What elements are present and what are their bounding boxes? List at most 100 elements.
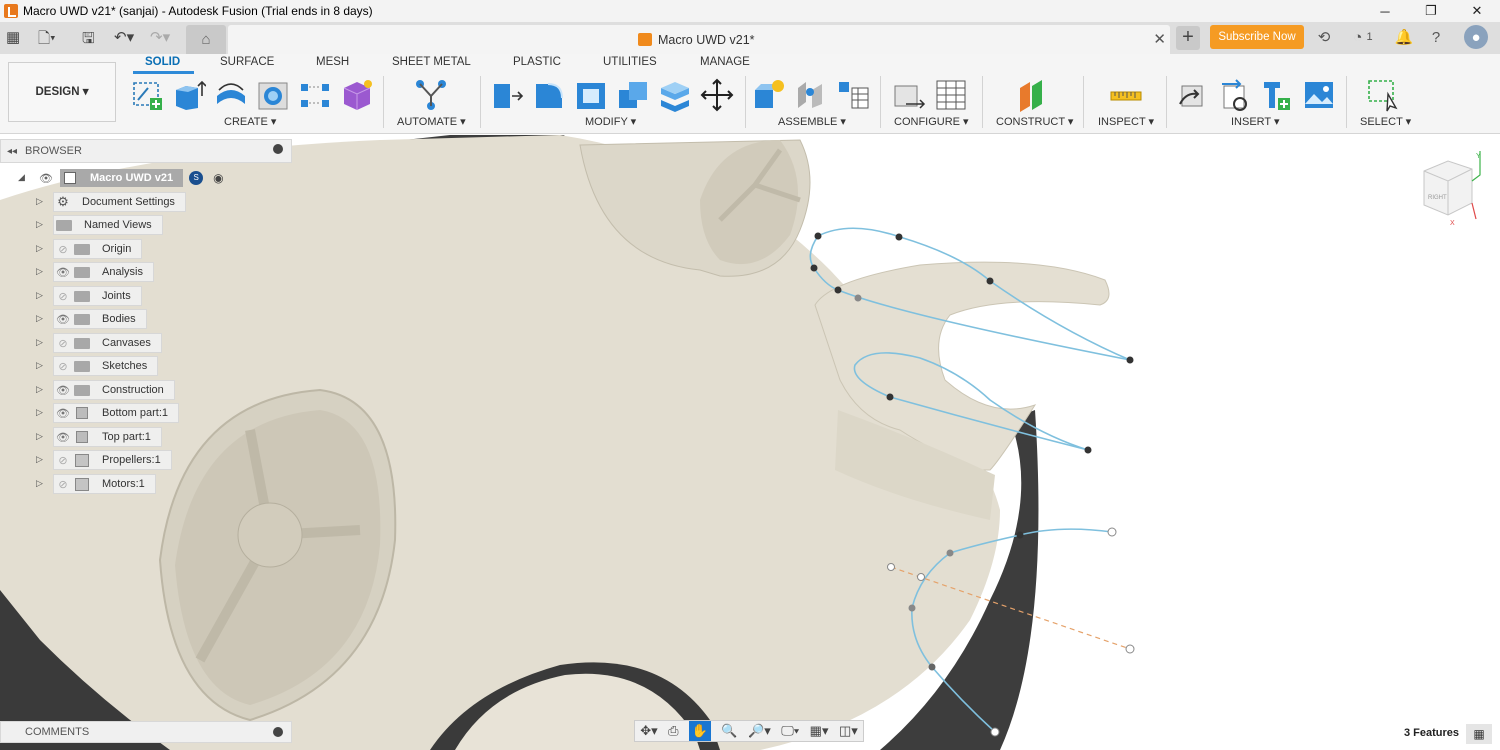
tab-utilities[interactable]: UTILITIES (603, 56, 657, 68)
hidden-eye-icon[interactable]: ⊘ (54, 478, 72, 491)
expand-arrow-icon[interactable]: ▷ (36, 454, 43, 465)
root-node[interactable]: Macro UWD v21 (60, 169, 184, 187)
visibility-eye-icon[interactable]: 👁 (54, 313, 72, 326)
data-panel-grid-icon[interactable]: ▦ (6, 28, 20, 46)
shell-icon[interactable] (574, 78, 608, 112)
expand-arrow-icon[interactable]: ▷ (36, 478, 43, 489)
tab-surface[interactable]: SURFACE (220, 56, 274, 68)
close-tab-icon[interactable]: ✕ (1153, 30, 1166, 48)
shared-status-icon[interactable]: S (189, 171, 204, 185)
tree-item-document-settings[interactable]: ▷ ⚙ Document Settings (36, 192, 186, 212)
features-count[interactable]: 3 Features (1404, 727, 1459, 739)
tree-item-motors[interactable]: ▷ ⊘ Motors:1 (36, 474, 156, 494)
new-component-icon[interactable] (752, 78, 786, 112)
automate-icon[interactable] (414, 78, 448, 112)
activate-radio-icon[interactable]: ◉ (213, 171, 223, 185)
tree-item-joints[interactable]: ▷ ⊘ Joints (36, 286, 142, 306)
combine-icon[interactable] (616, 78, 650, 112)
tab-solid[interactable]: SOLID (132, 56, 195, 74)
select-icon[interactable] (1366, 78, 1400, 112)
file-menu-icon[interactable]: 🗋▾ (38, 28, 56, 53)
expand-arrow-icon[interactable]: ▷ (36, 290, 43, 301)
insert-canvas-icon[interactable] (1302, 78, 1336, 112)
tab-plastic[interactable]: PLASTIC (513, 56, 561, 68)
form-icon[interactable] (340, 78, 374, 112)
insert-link-icon[interactable] (1218, 78, 1252, 112)
visibility-eye-icon[interactable]: 👁 (54, 266, 72, 279)
expand-arrow-icon[interactable]: ▷ (36, 196, 43, 207)
tree-item-bodies[interactable]: ▷ 👁 Bodies (36, 309, 147, 329)
minimize-button[interactable]: ─ (1362, 0, 1408, 22)
expand-arrow-icon[interactable]: ▷ (36, 313, 43, 324)
expand-arrow-icon[interactable]: ▷ (36, 337, 43, 348)
visibility-eye-icon[interactable]: 👁 (54, 384, 72, 397)
joint-icon[interactable] (794, 78, 828, 112)
tree-item-named-views[interactable]: ▷ Named Views (36, 215, 163, 235)
document-tab[interactable]: Macro UWD v21* ✕ (228, 25, 1170, 54)
grid-settings-icon[interactable]: ▦▾ (810, 723, 829, 739)
fillet-icon[interactable] (532, 78, 566, 112)
save-icon[interactable]: 🖫 (82, 28, 95, 53)
extensions-icon[interactable]: ⟲ (1314, 27, 1334, 47)
press-pull-icon[interactable] (490, 78, 524, 112)
expand-arrow-icon[interactable]: ▷ (36, 243, 43, 254)
tab-mesh[interactable]: MESH (316, 56, 349, 68)
configure-group-label[interactable]: CONFIGURE ▾ (894, 115, 969, 128)
tree-item-construction[interactable]: ▷ 👁 Construction (36, 380, 175, 400)
pan-icon[interactable]: ✋ (688, 721, 711, 741)
modify-group-label[interactable]: MODIFY ▾ (585, 115, 636, 128)
hole-icon[interactable] (256, 78, 290, 112)
insert-derive-icon[interactable] (1176, 78, 1210, 112)
root-visibility-eye-icon[interactable]: 👁 (36, 172, 56, 185)
collapse-browser-icon[interactable]: ◂◂ (7, 146, 17, 157)
construct-plane-icon[interactable] (1016, 78, 1050, 112)
visibility-eye-icon[interactable]: 👁 (54, 407, 72, 420)
fit-icon[interactable]: 🔎▾ (748, 723, 771, 739)
3d-viewport[interactable]: RIGHT Y X (0, 135, 1500, 750)
automate-group-label[interactable]: AUTOMATE ▾ (397, 115, 466, 128)
new-tab-button[interactable]: + (1176, 26, 1200, 50)
expand-arrow-icon[interactable]: ▷ (36, 360, 43, 371)
tree-item-origin[interactable]: ▷ ⊘ Origin (36, 239, 143, 259)
expand-root-icon[interactable]: ◢ (18, 172, 25, 183)
expand-arrow-icon[interactable]: ▷ (36, 407, 43, 418)
hidden-eye-icon[interactable]: ⊘ (54, 337, 72, 350)
configure-icon[interactable] (892, 78, 926, 112)
viewports-icon[interactable]: ◫▾ (839, 723, 858, 739)
inspect-group-label[interactable]: INSPECT ▾ (1098, 115, 1154, 128)
close-window-button[interactable]: ✕ (1454, 0, 1500, 22)
comments-panel[interactable]: COMMENTS (0, 721, 292, 743)
job-status-icon[interactable]: ◔ 1 (1346, 27, 1380, 47)
tree-item-top-part[interactable]: ▷ 👁 Top part:1 (36, 427, 162, 447)
viewcube[interactable]: RIGHT Y X (1418, 147, 1488, 227)
hidden-eye-icon[interactable]: ⊘ (54, 360, 72, 373)
measure-icon[interactable] (1109, 78, 1143, 112)
workspace-switcher[interactable]: DESIGN ▾ (8, 62, 116, 122)
user-avatar[interactable]: ● (1464, 25, 1488, 49)
expand-arrow-icon[interactable]: ▷ (36, 266, 43, 277)
features-menu-icon[interactable]: ▦ (1466, 724, 1492, 744)
create-group-label[interactable]: CREATE ▾ (224, 115, 276, 128)
tab-manage[interactable]: MANAGE (700, 56, 750, 68)
hidden-eye-icon[interactable]: ⊘ (54, 290, 72, 303)
expand-arrow-icon[interactable]: ▷ (36, 219, 43, 230)
browser-pin-icon[interactable] (273, 144, 283, 154)
redo-icon[interactable]: ↷▾ (150, 28, 170, 46)
insert-group-label[interactable]: INSERT ▾ (1231, 115, 1280, 128)
move-icon[interactable] (700, 78, 734, 112)
revolve-icon[interactable] (214, 78, 248, 112)
bill-of-materials-icon[interactable] (836, 78, 870, 112)
tab-sheet-metal[interactable]: SHEET METAL (392, 56, 471, 68)
maximize-button[interactable]: ❐ (1408, 0, 1454, 22)
notifications-bell-icon[interactable]: 🔔 (1394, 27, 1414, 47)
visibility-eye-icon[interactable]: 👁 (54, 431, 72, 444)
home-tab-icon[interactable]: ⌂ (186, 25, 226, 54)
extrude-icon[interactable] (172, 78, 206, 112)
add-comment-icon[interactable] (273, 727, 283, 737)
display-settings-icon[interactable]: 🖵▾ (781, 723, 799, 739)
browser-root[interactable]: ◢ 👁 Macro UWD v21 S ◉ (18, 168, 224, 188)
tree-item-sketches[interactable]: ▷ ⊘ Sketches (36, 356, 159, 376)
assemble-group-label[interactable]: ASSEMBLE ▾ (778, 115, 846, 128)
orbit-icon[interactable]: ✥▾ (640, 723, 657, 739)
hidden-eye-icon[interactable]: ⊘ (54, 243, 72, 256)
